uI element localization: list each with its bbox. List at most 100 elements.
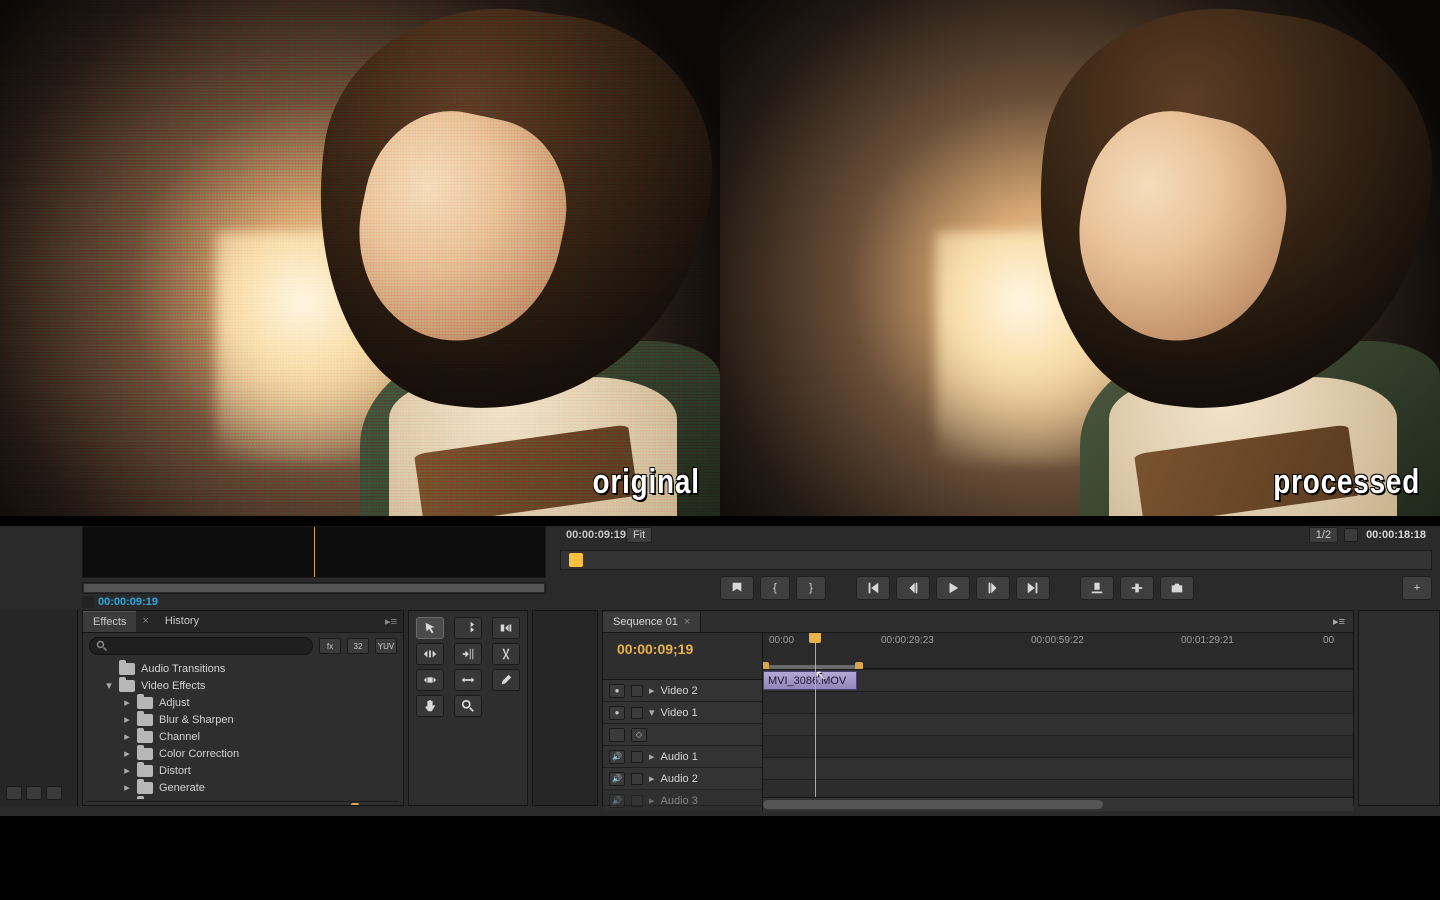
program-monitor: 00:00:09:19 Fit 1/2 00:00:18:18 { } + <box>560 526 1432 604</box>
zoom-fit-button[interactable]: Fit <box>626 527 652 543</box>
transport-controls: { } + <box>560 576 1432 600</box>
speaker-icon[interactable]: 🔊 <box>609 794 625 808</box>
source-timecode[interactable]: 00:00:09:19 <box>98 596 158 608</box>
clip-video2[interactable]: MVI_3086.MOV <box>763 671 857 690</box>
letterbox-bottom <box>0 816 1440 900</box>
tree-generate[interactable]: ▸Generate <box>87 779 399 796</box>
tree-audio-transitions[interactable]: Audio Transitions <box>87 661 399 677</box>
extract-button[interactable] <box>1120 576 1154 600</box>
track-header-audio3[interactable]: 🔊 ▸Audio 3 <box>603 789 762 811</box>
chip-fx-icon[interactable]: fx <box>319 638 341 654</box>
settings-icon[interactable] <box>738 663 756 677</box>
slip-tool[interactable] <box>416 669 444 691</box>
toggle-sync-icon[interactable] <box>631 685 643 697</box>
toggle-sync-icon[interactable] <box>631 773 643 785</box>
toggle-sync-icon[interactable] <box>631 751 643 763</box>
track-row-video1[interactable] <box>763 691 1353 713</box>
speaker-icon[interactable]: 🔊 <box>609 772 625 786</box>
button-editor-plus[interactable]: + <box>1402 576 1432 600</box>
pen-tool[interactable] <box>492 669 520 691</box>
gutter-button-1[interactable] <box>6 786 22 800</box>
source-monitor-view[interactable] <box>82 526 546 578</box>
track-select-tool[interactable] <box>454 617 482 639</box>
panels-row: Effects × History ▸≡ fx 32 YUV Audio Tra… <box>0 610 1440 806</box>
tree-video-effects[interactable]: ▾Video Effects <box>87 677 399 694</box>
mark-in-button[interactable]: { <box>760 576 790 600</box>
wrench-icon[interactable] <box>1344 528 1358 542</box>
time-ruler[interactable]: 00:00 00:00:29:23 00:00:59:22 00:01:29:2… <box>763 633 1353 669</box>
add-marker-button[interactable] <box>720 576 754 600</box>
rolling-edit-tool[interactable] <box>416 643 444 665</box>
zoom-tool[interactable] <box>454 695 482 717</box>
track-row-video2[interactable]: MVI_3086.MOV <box>763 669 1353 691</box>
lift-button[interactable] <box>1080 576 1114 600</box>
export-frame-button[interactable] <box>1160 576 1194 600</box>
folder-icon <box>137 714 153 726</box>
track-row-video1-sub[interactable] <box>763 713 1353 735</box>
program-ruler[interactable] <box>560 550 1432 570</box>
search-icon <box>96 640 108 652</box>
sync-lock-icon[interactable] <box>82 596 94 608</box>
razor-tool[interactable] <box>492 643 520 665</box>
marker-icon[interactable] <box>716 663 734 677</box>
step-forward-button[interactable] <box>976 576 1010 600</box>
gutter-button-2[interactable] <box>26 786 42 800</box>
track-header-video1[interactable]: ● ▾Video 1 <box>603 701 762 723</box>
tab-effects-close[interactable]: × <box>136 611 154 632</box>
tree-color-correction[interactable]: ▸Color Correction <box>87 745 399 762</box>
resolution-half-button[interactable]: 1/2 <box>1309 527 1338 543</box>
step-back-button[interactable] <box>896 576 930 600</box>
gutter-button-3[interactable] <box>46 786 62 800</box>
ruler-label: 00:00:29:23 <box>881 635 934 646</box>
source-scrollbar[interactable] <box>82 582 546 594</box>
rate-stretch-tool[interactable] <box>454 643 482 665</box>
sequence-tab[interactable]: Sequence 01× <box>603 612 701 632</box>
toggle-sync-icon[interactable] <box>631 707 643 719</box>
tree-distort[interactable]: ▸Distort <box>87 762 399 779</box>
tab-history[interactable]: History <box>155 611 209 632</box>
track-row-audio2[interactable] <box>763 757 1353 779</box>
playhead[interactable] <box>815 633 816 811</box>
tree-adjust[interactable]: ▸Adjust <box>87 694 399 711</box>
folder-icon <box>137 731 153 743</box>
right-gutter <box>1358 610 1440 806</box>
mark-out-button[interactable]: } <box>796 576 826 600</box>
chip-32-icon[interactable]: 32 <box>347 638 369 654</box>
timeline-menu-icon[interactable]: ▸≡ <box>1325 611 1353 632</box>
ripple-edit-tool[interactable] <box>492 617 520 639</box>
play-button[interactable] <box>936 576 970 600</box>
timeline-hscroll-thumb[interactable] <box>763 800 1103 809</box>
go-to-in-button[interactable] <box>856 576 890 600</box>
timeline-timecode[interactable]: 00:00:09;19 <box>603 633 762 663</box>
ruler-label: 00 <box>1323 635 1334 646</box>
selection-tool[interactable] <box>416 617 444 639</box>
eye-icon[interactable]: ● <box>609 706 625 720</box>
snap-icon[interactable] <box>694 663 712 677</box>
go-to-out-button[interactable] <box>1016 576 1050 600</box>
hand-tool[interactable] <box>416 695 444 717</box>
tree-blur-sharpen[interactable]: ▸Blur & Sharpen <box>87 711 399 728</box>
effects-tree: Audio Transitions ▾Video Effects ▸Adjust… <box>83 659 403 799</box>
eye-icon[interactable]: ● <box>609 684 625 698</box>
chip-yuv-icon[interactable]: YUV <box>375 638 397 654</box>
toggle-sync-icon[interactable] <box>631 795 643 807</box>
playhead-handle-icon[interactable] <box>809 633 821 643</box>
track-header-audio2[interactable]: 🔊 ▸Audio 2 <box>603 767 762 789</box>
source-monitor: 00:00:09:19 <box>82 526 546 604</box>
slide-tool[interactable] <box>454 669 482 691</box>
tree-channel[interactable]: ▸Channel <box>87 728 399 745</box>
track-header-video2[interactable]: ● ▸Video 2 <box>603 679 762 701</box>
tab-effects[interactable]: Effects <box>83 611 136 632</box>
panel-menu-icon[interactable]: ▸≡ <box>379 611 403 632</box>
speaker-icon[interactable]: 🔊 <box>609 750 625 764</box>
keyframe-icon[interactable]: ◇ <box>631 728 647 742</box>
timeline-hscroll[interactable] <box>763 797 1353 811</box>
program-marker-icon[interactable] <box>569 553 583 567</box>
track-header-v1-sub[interactable]: ◇ <box>603 723 762 745</box>
tab-close-icon[interactable]: × <box>684 616 690 628</box>
effects-search-input[interactable] <box>89 637 313 655</box>
track-row-audio1[interactable] <box>763 735 1353 757</box>
timeline-canvas[interactable]: 00:00 00:00:29:23 00:00:59:22 00:01:29:2… <box>763 633 1353 811</box>
blank-icon[interactable] <box>609 728 625 742</box>
track-header-audio1[interactable]: 🔊 ▸Audio 1 <box>603 745 762 767</box>
